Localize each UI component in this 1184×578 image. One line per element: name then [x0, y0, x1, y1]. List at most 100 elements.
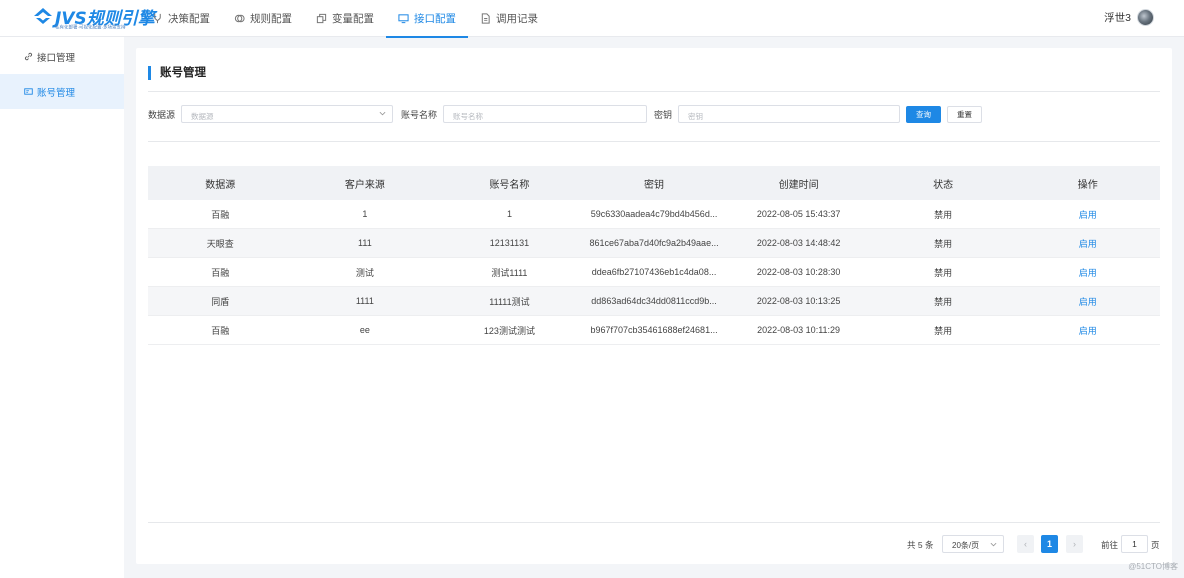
nav-decision-config[interactable]: 决策配置	[140, 0, 222, 37]
table-row: 百融 ee 123测试测试 b967f707cb35461688ef24681.…	[148, 316, 1160, 345]
account-name-placeholder: 账号名称	[453, 112, 483, 121]
nav-variable-config[interactable]: 变量配置	[304, 0, 386, 37]
cell-customer-source: 1	[362, 209, 368, 219]
cell-status: 禁用	[934, 325, 953, 336]
avatar[interactable]	[1137, 9, 1154, 26]
top-navigation-bar: JVS规则引擎 私有化部署·可视化配置·多场景支持 决策配置 规则配置 变量配置…	[0, 0, 1184, 38]
sidebar-item-interface-management[interactable]: 接口管理	[0, 39, 124, 74]
cell-account-name: 123测试测试	[483, 325, 535, 336]
user-name: 浮世3	[1104, 12, 1131, 24]
prev-page-button[interactable]: ‹	[1017, 535, 1034, 553]
divider	[148, 141, 1160, 142]
cell-datasource: 百融	[211, 209, 230, 220]
sidebar-item-label: 接口管理	[37, 52, 76, 64]
cell-secret-key: 861ce67aba7d40fc9a2b49aae...	[589, 238, 719, 248]
reset-button[interactable]: 重置	[947, 106, 982, 123]
cell-status: 禁用	[934, 267, 953, 278]
card-icon	[24, 88, 33, 95]
cell-account-name: 1	[506, 209, 512, 219]
column-header-actions: 操作	[1077, 179, 1098, 191]
enable-link[interactable]: 启用	[1015, 295, 1160, 308]
account-name-label: 账号名称	[401, 110, 438, 120]
variables-icon	[316, 13, 327, 24]
rules-icon	[234, 14, 245, 23]
sidebar: 接口管理 账号管理	[0, 37, 124, 578]
sidebar-item-account-management[interactable]: 账号管理	[0, 74, 124, 109]
page-unit-label: 页	[1151, 540, 1160, 550]
cell-datasource: 百融	[211, 325, 230, 336]
chevron-down-icon	[379, 111, 386, 116]
cell-status: 禁用	[934, 238, 953, 249]
datasource-label: 数据源	[148, 110, 176, 120]
goto-page-input[interactable]: 1	[1121, 535, 1148, 553]
filter-bar: 数据源 数据源 账号名称 账号名称 密钥 密钥 查询 重置	[148, 105, 1160, 123]
cell-secret-key: 59c6330aadea4c79bd4b456d...	[590, 209, 718, 219]
table-row: 百融 测试 测试1111 ddea6fb27107436eb1c4da08...…	[148, 258, 1160, 287]
cell-account-name: 12131131	[489, 238, 530, 248]
branch-icon	[154, 13, 161, 24]
table-row: 百融 1 1 59c6330aadea4c79bd4b456d... 2022-…	[148, 200, 1160, 229]
nav-label: 规则配置	[250, 13, 292, 25]
main-nav: 决策配置 规则配置 变量配置 接口配置 调用记录	[140, 0, 550, 38]
next-page-button[interactable]: ›	[1066, 535, 1083, 553]
enable-link[interactable]: 启用	[1015, 324, 1160, 337]
enable-link[interactable]: 启用	[1015, 266, 1160, 279]
user-menu[interactable]: 浮世3	[1104, 9, 1154, 26]
chevron-down-icon	[990, 542, 997, 547]
logo-icon	[34, 8, 52, 24]
cell-customer-source: 111	[358, 238, 372, 248]
nav-rule-config[interactable]: 规则配置	[222, 0, 304, 37]
pagination: 共 5 条 20条/页 ‹ 1 › 前往 1 页	[136, 535, 1172, 553]
cell-secret-key: dd863ad64dc34dd0811ccd9b...	[591, 296, 717, 306]
monitor-icon	[398, 14, 409, 24]
nav-label: 接口配置	[414, 13, 456, 25]
column-header-created-time: 创建时间	[778, 179, 819, 191]
secret-key-placeholder: 密钥	[688, 112, 703, 121]
total-count: 共 5 条	[907, 540, 934, 550]
account-table: 数据源 客户来源 账号名称 密钥 创建时间 状态 操作 百融 1 1 59c63…	[148, 166, 1160, 345]
document-icon	[481, 13, 490, 24]
nav-label: 决策配置	[168, 13, 210, 25]
search-button[interactable]: 查询	[906, 106, 941, 123]
nav-label: 调用记录	[496, 13, 538, 25]
cell-created-time: 2022-08-03 10:28:30	[756, 267, 841, 277]
goto-label: 前往	[1101, 540, 1119, 550]
cell-account-name: 测试1111	[491, 267, 528, 278]
page-size-select[interactable]: 20条/页	[942, 535, 1004, 553]
cell-secret-key: b967f707cb35461688ef24681...	[590, 325, 718, 335]
cell-datasource: 同盾	[211, 296, 230, 307]
main-panel: 账号管理 数据源 数据源 账号名称 账号名称 密钥 密钥 查询 重置 数据源 客…	[136, 48, 1172, 564]
nav-call-records[interactable]: 调用记录	[468, 0, 550, 37]
cell-customer-source: ee	[359, 325, 370, 335]
column-header-datasource: 数据源	[205, 179, 236, 191]
nav-interface-config[interactable]: 接口配置	[386, 0, 468, 38]
cell-status: 禁用	[934, 209, 953, 220]
table-row: 同盾 1111 11111测试 dd863ad64dc34dd0811ccd9b…	[148, 287, 1160, 316]
column-header-status: 状态	[933, 179, 954, 191]
sidebar-item-label: 账号管理	[37, 87, 76, 99]
divider	[148, 522, 1160, 523]
link-icon	[24, 52, 33, 61]
column-header-customer-source: 客户来源	[344, 179, 385, 191]
cell-created-time: 2022-08-05 15:43:37	[756, 209, 841, 219]
nav-label: 变量配置	[332, 13, 374, 25]
cell-status: 禁用	[934, 296, 953, 307]
secret-key-label: 密钥	[654, 110, 673, 120]
cell-secret-key: ddea6fb27107436eb1c4da08...	[591, 267, 717, 277]
cell-customer-source: 1111	[355, 296, 374, 306]
secret-key-input[interactable]: 密钥	[678, 105, 900, 123]
cell-account-name: 11111测试	[489, 296, 530, 307]
datasource-select[interactable]: 数据源	[181, 105, 393, 123]
divider	[148, 91, 1160, 92]
page-title: 账号管理	[148, 66, 206, 80]
account-name-input[interactable]: 账号名称	[443, 105, 647, 123]
enable-link[interactable]: 启用	[1015, 237, 1160, 250]
datasource-placeholder: 数据源	[191, 112, 214, 121]
app-logo[interactable]: JVS规则引擎 私有化部署·可视化配置·多场景支持	[33, 5, 155, 32]
column-header-secret-key: 密钥	[644, 179, 665, 191]
table-header: 数据源 客户来源 账号名称 密钥 创建时间 状态 操作	[148, 166, 1160, 200]
enable-link[interactable]: 启用	[1015, 208, 1160, 221]
cell-created-time: 2022-08-03 10:11:29	[757, 325, 841, 335]
cell-customer-source: 测试	[355, 267, 374, 278]
page-button-current[interactable]: 1	[1041, 535, 1058, 553]
